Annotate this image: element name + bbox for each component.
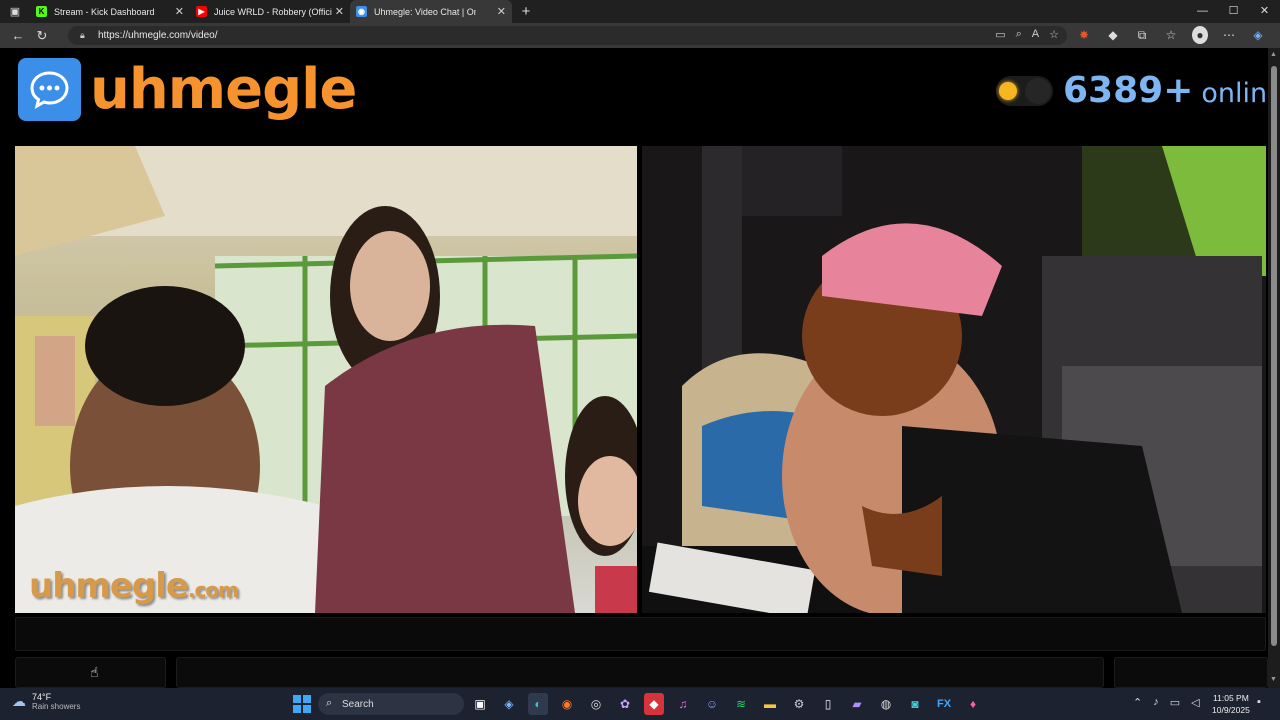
url-actions: ▭ ⌕ A ☆: [995, 28, 1059, 41]
lock-icon: 🔒︎: [80, 30, 85, 40]
minimize-button[interactable]: —: [1187, 0, 1218, 23]
system-tray: ⌃ ♪ ▭ ◁: [1133, 696, 1200, 709]
extensions-puzzle-icon[interactable]: ⧉: [1134, 26, 1150, 44]
extension-icons: ✸ ◆ ⧉ ☆ ● ⋯ ◈: [1076, 26, 1266, 44]
discord-icon[interactable]: ☺: [702, 693, 722, 715]
tab-bar: ▣ K Stream - Kick Dashboard ✕ ▶ Juice WR…: [0, 0, 1280, 23]
weather-condition: Rain showers: [32, 702, 81, 711]
chat-status-bar: [15, 617, 1266, 651]
maximize-button[interactable]: ☐: [1218, 0, 1249, 23]
url-text: https://uhmegle.com/video/: [98, 30, 218, 41]
mouse-cursor-icon: ☝︎: [90, 664, 99, 680]
close-tab-icon[interactable]: ✕: [497, 5, 506, 18]
copilot-icon[interactable]: ◈: [1250, 26, 1266, 44]
volume-icon[interactable]: ◁: [1191, 696, 1199, 709]
windows-start-icon[interactable]: [293, 695, 311, 713]
firefox-icon[interactable]: ◉: [557, 693, 577, 715]
kick-icon: K: [36, 6, 47, 17]
window-controls: — ☐ ✕: [1187, 0, 1280, 23]
tab-youtube[interactable]: ▶ Juice WRLD - Robbery (Official M ✕: [190, 0, 350, 23]
site-logo-text[interactable]: uhmegle: [90, 58, 357, 122]
close-window-button[interactable]: ✕: [1249, 0, 1280, 23]
message-input[interactable]: [176, 657, 1104, 688]
refresh-icon[interactable]: ↻: [30, 28, 54, 44]
page-scrollbar[interactable]: ▲ ▼: [1268, 48, 1280, 688]
app-icon[interactable]: ♦: [963, 693, 983, 715]
stranger-video: uhmegle.com: [15, 146, 637, 613]
extension-icon[interactable]: ◆: [1105, 26, 1121, 44]
app-icon[interactable]: ◆: [644, 693, 664, 715]
sun-icon: [999, 82, 1017, 100]
fx-icon[interactable]: FX: [934, 693, 954, 715]
file-explorer-icon[interactable]: ▬: [760, 693, 780, 715]
tab-title: Stream - Kick Dashboard: [54, 6, 155, 17]
network-icon[interactable]: ▭: [1170, 696, 1180, 709]
scroll-up-icon[interactable]: ▲: [1270, 51, 1277, 58]
taskbar-clock[interactable]: 11:05 PM 10/9/2025: [1212, 692, 1250, 716]
send-button[interactable]: [1114, 657, 1268, 688]
app-icon[interactable]: ◍: [876, 693, 896, 715]
rain-cloud-icon: ☁︎: [12, 693, 26, 709]
toggle-knob: [1025, 78, 1051, 104]
page: uhmegle 6389+ online uhmegle.com ☝︎: [0, 48, 1280, 688]
taskbar-search[interactable]: ⌕ Search: [318, 693, 464, 715]
app-icon[interactable]: ✿: [615, 693, 635, 715]
search-placeholder: Search: [342, 698, 374, 710]
spotify-icon[interactable]: ≋: [731, 693, 751, 715]
theme-toggle[interactable]: [996, 76, 1053, 106]
tab-uhmegle[interactable]: ◉ Uhmegle: Video Chat | Ome ✕: [350, 0, 512, 23]
taskbar-apps: ▣ ◈ ◐ ◉ ◎ ✿ ◆ ♫ ☺ ≋ ▬ ⚙︎ ▯ ▰ ◍ ◙ FX ♦: [470, 693, 983, 715]
temperature: 74°F: [32, 692, 52, 702]
clock-date: 10/9/2025: [1212, 705, 1250, 715]
app-icon[interactable]: ◙: [905, 693, 925, 715]
edge-icon[interactable]: ◐: [528, 693, 548, 715]
read-aloud-icon[interactable]: A: [1032, 28, 1039, 41]
online-count: 6389+: [1063, 70, 1194, 111]
favorite-star-icon[interactable]: ☆: [1049, 28, 1059, 41]
video-icon[interactable]: ▭: [995, 28, 1005, 41]
self-video-frame: [642, 146, 1266, 613]
scroll-thumb[interactable]: [1271, 66, 1277, 646]
chrome-icon[interactable]: ◎: [586, 693, 606, 715]
windows-taskbar: ☁︎ 74°F Rain showers ⌕ Search ▣ ◈ ◐ ◉ ◎ …: [0, 688, 1280, 720]
close-tab-icon[interactable]: ✕: [175, 5, 184, 18]
watermark-main: uhmegle: [29, 566, 189, 606]
zoom-icon[interactable]: ⌕: [1016, 28, 1022, 41]
extension-icon[interactable]: ✸: [1076, 26, 1092, 44]
copilot-app-icon[interactable]: ◈: [499, 693, 519, 715]
tab-actions-icon[interactable]: ▣: [0, 5, 30, 18]
stranger-video-frame: [15, 146, 637, 613]
video-editor-icon[interactable]: ▰: [847, 693, 867, 715]
steam-icon[interactable]: ⚙︎: [789, 693, 809, 715]
uhmegle-watermark: uhmegle.com: [29, 566, 239, 606]
clock-time: 11:05 PM: [1213, 693, 1249, 703]
uhmegle-icon: ◉: [356, 6, 367, 17]
self-video: [642, 146, 1266, 613]
notepad-icon[interactable]: ▯: [818, 693, 838, 715]
itunes-icon[interactable]: ♫: [673, 693, 693, 715]
scroll-down-icon[interactable]: ▼: [1270, 676, 1277, 683]
favorites-icon[interactable]: ☆: [1163, 26, 1179, 44]
tab-kick-dashboard[interactable]: K Stream - Kick Dashboard ✕: [30, 0, 190, 23]
chat-bubble-logo-icon[interactable]: [18, 58, 81, 121]
tab-title: Uhmegle: Video Chat | Ome: [374, 6, 476, 17]
chevron-up-icon[interactable]: ⌃: [1133, 696, 1142, 709]
watermark-tld: .com: [187, 578, 239, 602]
microphone-icon[interactable]: ♪: [1153, 696, 1159, 709]
task-view-icon[interactable]: ▣: [470, 693, 490, 715]
weather-widget[interactable]: ☁︎ 74°F Rain showers: [12, 692, 80, 711]
site-header: uhmegle 6389+ online: [0, 48, 1280, 134]
more-menu-icon[interactable]: ⋯: [1221, 26, 1237, 44]
tab-title: Juice WRLD - Robbery (Official M: [214, 6, 332, 17]
search-icon: ⌕: [326, 697, 333, 709]
online-counter: 6389+ online: [1063, 70, 1280, 114]
profile-avatar-icon[interactable]: ●: [1192, 26, 1208, 44]
close-tab-icon[interactable]: ✕: [335, 5, 344, 18]
url-field[interactable]: 🔒︎ https://uhmegle.com/video/ ▭ ⌕ A ☆: [68, 26, 1067, 45]
new-tab-button[interactable]: +: [512, 3, 540, 20]
notification-bell-icon[interactable]: ▪: [1257, 696, 1261, 708]
youtube-icon: ▶: [196, 6, 207, 17]
back-arrow-icon[interactable]: ←: [6, 28, 30, 43]
